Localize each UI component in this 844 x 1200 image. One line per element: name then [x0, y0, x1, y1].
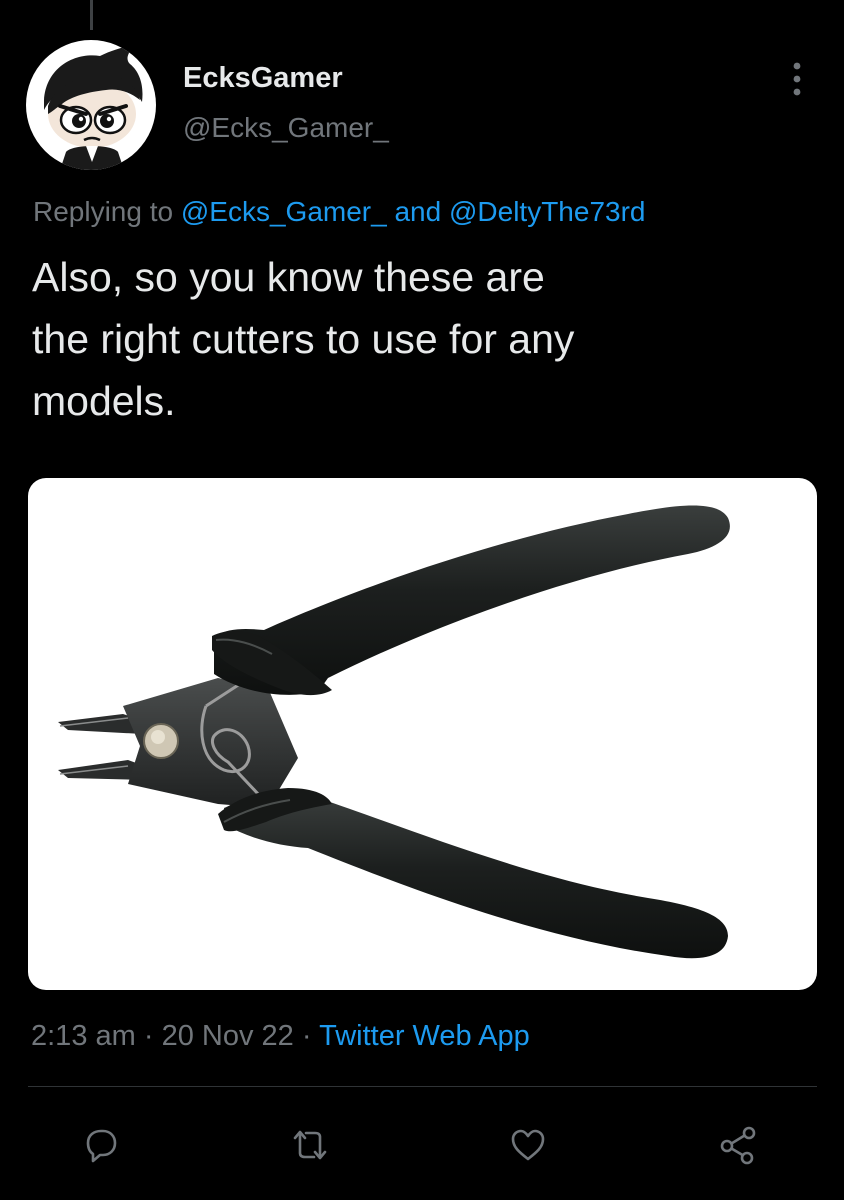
retweet-icon — [293, 1130, 327, 1160]
tweet-source-link[interactable]: Twitter Web App — [319, 1020, 530, 1052]
replying-to-line: Replying to @Ecks_Gamer_ and @DeltyThe73… — [33, 196, 646, 228]
retweet-button[interactable] — [287, 1122, 333, 1168]
display-name[interactable]: EcksGamer — [183, 62, 343, 95]
tweet-actions-bar — [0, 1122, 844, 1170]
tweet-meta: 2:13 am · 20 Nov 22 · Twitter Web App — [31, 1020, 530, 1053]
meta-separator: · — [143, 1020, 154, 1052]
user-handle[interactable]: @Ecks_Gamer_ — [183, 112, 389, 144]
tweet-text-line: the right cutters to use for any — [32, 316, 575, 362]
share-button[interactable] — [716, 1122, 762, 1168]
reply-button[interactable] — [78, 1122, 124, 1168]
like-button[interactable] — [505, 1122, 551, 1168]
tweet-date[interactable]: 20 Nov 22 — [162, 1020, 294, 1052]
mention-link-delty[interactable]: @DeltyThe73rd — [449, 196, 646, 227]
thread-connector-line — [90, 0, 93, 30]
mention-conjunction[interactable]: and — [394, 196, 441, 227]
more-vertical-icon — [793, 62, 801, 96]
tweet-text-line: models. — [32, 378, 176, 424]
share-icon — [720, 1126, 756, 1165]
avatar[interactable] — [26, 40, 156, 170]
tweet-text: Also, so you know these are the right cu… — [32, 246, 792, 432]
divider — [28, 1086, 817, 1087]
tweet-time[interactable]: 2:13 am — [31, 1020, 136, 1052]
more-options-button[interactable] — [780, 58, 814, 102]
meta-separator: · — [301, 1020, 312, 1052]
reply-icon — [86, 1129, 117, 1163]
wire-cutters-image — [58, 505, 730, 959]
replying-to-label: Replying to — [33, 196, 174, 227]
tweet-text-line: Also, so you know these are — [32, 254, 545, 300]
like-icon — [511, 1129, 545, 1161]
tweet-media-image[interactable] — [28, 478, 817, 990]
mention-link-ecks-gamer[interactable]: @Ecks_Gamer_ — [181, 196, 387, 227]
